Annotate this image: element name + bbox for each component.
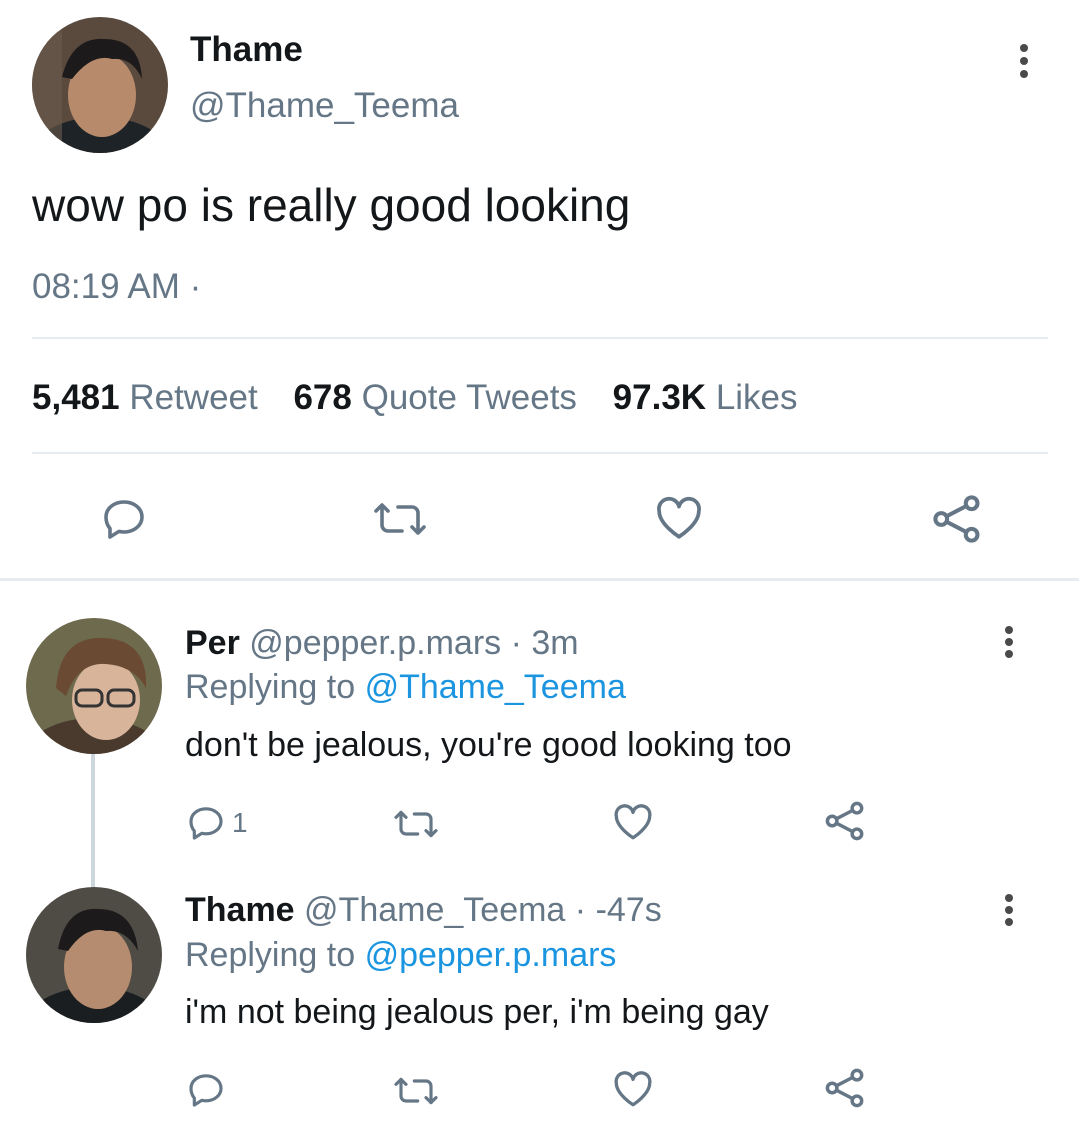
reply-header: Per @pepper.p.mars · 3m <box>185 624 579 663</box>
reply-count: 1 <box>232 807 248 838</box>
like-button[interactable] <box>612 1069 654 1109</box>
engagement-stats: 5,481 Retweet 678 Quote Tweets 97.3K Lik… <box>32 378 798 418</box>
reply-avatar[interactable] <box>26 618 162 754</box>
replying-to: Replying to @Thame_Teema <box>185 668 626 707</box>
reply-button[interactable] <box>100 495 148 543</box>
likes-count: 97.3K <box>612 378 707 417</box>
author-display-name[interactable]: Thame <box>190 30 303 70</box>
reply-display-name[interactable]: Per <box>185 624 240 662</box>
reply-handle[interactable]: @Thame_Teema <box>304 891 565 929</box>
like-button[interactable] <box>654 494 704 542</box>
tweet-text: wow po is really good looking <box>32 179 631 231</box>
reply-header: Thame @Thame_Teema · -47s <box>185 891 662 930</box>
retweet-icon <box>394 1077 438 1105</box>
reply-button[interactable]: 1 <box>186 803 248 843</box>
divider <box>32 452 1048 454</box>
retweet-icon <box>394 810 438 838</box>
retweet-count: 5,481 <box>32 378 120 417</box>
retweet-icon <box>374 503 426 535</box>
thread-line <box>91 750 95 888</box>
share-button[interactable] <box>823 799 867 843</box>
retweet-stat[interactable]: 5,481 Retweet <box>32 378 258 417</box>
quote-count: 678 <box>293 378 352 417</box>
reply-handle[interactable]: @pepper.p.mars <box>249 624 501 662</box>
likes-stat[interactable]: 97.3K Likes <box>613 378 798 417</box>
reply-avatar[interactable] <box>26 887 162 1023</box>
like-icon <box>614 1071 652 1107</box>
reply-icon <box>189 807 223 840</box>
share-icon <box>825 801 864 841</box>
replying-to-link[interactable]: @Thame_Teema <box>365 668 626 706</box>
reply-icon <box>189 1074 223 1107</box>
reply-time: · 3m <box>510 624 579 662</box>
timestamp-sep: · <box>189 267 202 306</box>
more-options-icon[interactable] <box>1003 894 1015 926</box>
divider <box>32 337 1048 339</box>
share-button[interactable] <box>823 1066 867 1110</box>
reply-icon <box>104 500 144 539</box>
tweet-timestamp: 08:19 AM · <box>32 267 201 307</box>
quote-stat[interactable]: 678 Quote Tweets <box>293 378 576 417</box>
likes-label: Likes <box>715 378 798 417</box>
more-options-icon[interactable] <box>1003 626 1015 658</box>
reply-time: · -47s <box>574 891 662 929</box>
share-icon <box>933 495 980 543</box>
reply-button[interactable] <box>186 1070 226 1110</box>
quote-label: Quote Tweets <box>361 378 577 417</box>
timestamp-time: 08:19 AM <box>32 267 180 306</box>
author-handle[interactable]: @Thame_Teema <box>190 86 459 126</box>
replying-to-label: Replying to <box>185 936 356 974</box>
replying-to: Replying to @pepper.p.mars <box>185 936 616 975</box>
replying-to-link[interactable]: @pepper.p.mars <box>365 936 617 974</box>
like-icon <box>614 804 652 840</box>
replying-to-label: Replying to <box>185 668 356 706</box>
section-divider <box>0 578 1079 581</box>
share-icon <box>825 1068 864 1108</box>
more-options-icon[interactable] <box>1018 44 1030 78</box>
retweet-button[interactable] <box>390 1071 442 1111</box>
like-icon <box>657 496 701 539</box>
reply-text: i'm not being jealous per, i'm being gay <box>185 993 769 1031</box>
reply-text: don't be jealous, you're good looking to… <box>185 726 792 764</box>
retweet-label: Retweet <box>129 378 258 417</box>
retweet-button[interactable] <box>390 804 442 844</box>
retweet-button[interactable] <box>370 495 430 543</box>
like-button[interactable] <box>612 802 654 842</box>
reply-display-name[interactable]: Thame <box>185 891 295 929</box>
share-button[interactable] <box>930 492 984 546</box>
author-avatar[interactable] <box>32 17 168 153</box>
